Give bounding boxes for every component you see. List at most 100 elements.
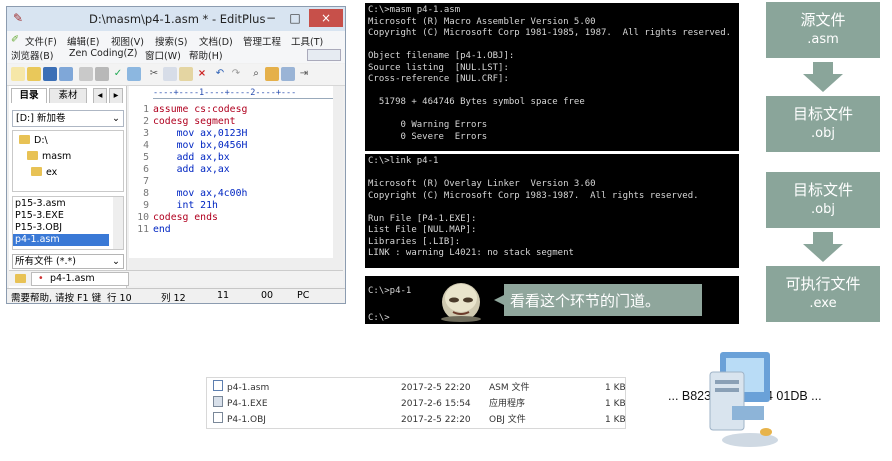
editor-vertical-scrollbar[interactable] [333,86,343,270]
file-item-p4-1-asm[interactable]: p4-1.asm [13,234,109,246]
new-file-icon[interactable] [11,67,25,81]
console-line: Libraries [.LIB]: [368,236,461,247]
document-tab-bar: • p4-1.asm [9,270,343,286]
browser-icon[interactable] [127,67,141,81]
minimize-button[interactable]: − [259,9,283,27]
console-line: Copyright (C) Microsoft Corp 1983-1987. … [368,190,699,201]
indent-icon[interactable]: ⇥ [297,67,311,81]
menu-document[interactable]: 文档(D) [199,34,233,48]
console-line: 0 Severe Errors [368,131,488,142]
document-tab-p4-1[interactable]: • p4-1.asm [31,272,129,286]
editor-horizontal-scrollbar[interactable] [129,258,333,270]
file-list: p15-3.asm P15-3.EXE P15-3.OBJ p4-1.asm [12,196,124,250]
maximize-button[interactable]: □ [283,9,307,27]
file-type-filter[interactable]: 所有文件 (*.*) ⌄ [12,254,124,269]
console-link: C:\>link p4-1 Microsoft (R) Overlay Link… [365,154,739,268]
status-row: 行 10 [107,293,132,304]
open-folder-icon[interactable] [27,67,41,81]
menu-window[interactable]: 窗口(W) [145,48,181,62]
menu-view[interactable]: 视图(V) [111,34,144,48]
tab-scroll-left-icon[interactable]: ◂ [93,88,107,103]
editplus-app-icon: ✎ [13,11,24,25]
toolbar: ✓ ✂ × ↶ ↷ ⌕ ⇥ [7,64,345,86]
flow-box-object-2: 目标文件 .obj [766,172,880,228]
spellcheck-icon[interactable]: ✓ [111,67,125,81]
menu-search[interactable]: 搜索(S) [155,34,187,48]
tab-scroll-right-icon[interactable]: ▸ [109,88,123,103]
console-line: 51798 + 464746 Bytes symbol space free [368,97,585,107]
console-masm: C:\>masm p4-1.asm Microsoft (R) Macro As… [365,3,739,151]
speech-callout: 看看这个环节的门道。 [494,284,704,316]
tree-item-ex[interactable]: ex [31,167,57,178]
menu-zen-coding[interactable]: Zen Coding(Z) [69,48,137,59]
file-item-p15-3-exe[interactable]: P15-3.EXE [13,210,109,222]
code-line: 8 mov ax,4c00h [143,188,248,199]
menu-file[interactable]: 文件(F) [25,34,57,48]
find-icon[interactable]: ⌕ [249,67,263,81]
tree-item-masm[interactable]: masm [27,151,71,162]
explorer-row-exe[interactable]: P4-1.EXE 2017-2-6 15:54 应用程序 1 KB [207,396,627,412]
undo-icon[interactable]: ↶ [213,67,227,81]
menu-tools[interactable]: 工具(T) [291,34,323,48]
console-line: LINK : warning L4021: no stack segment [368,248,574,258]
folder-icon [19,135,30,144]
folder-icon [31,167,42,176]
menu-project[interactable]: 管理工程 [243,34,281,48]
mdi-controls[interactable] [307,49,341,61]
directory-panel: 目录 素材 ◂ ▸ [D:] 新加卷 ⌄ D:\ masm ex p15-3.a… [9,86,127,290]
file-item-p15-3-obj[interactable]: P15-3.OBJ [13,222,109,234]
status-value1: 11 [217,290,230,301]
console-line: Microsoft (R) Overlay Linker Version 3.6… [368,179,596,189]
status-col: 列 12 [161,293,186,304]
close-button[interactable]: × [309,9,343,27]
chevron-down-icon: ⌄ [112,256,120,267]
status-mode: PC [297,290,310,301]
editplus-window: ✎ D:\masm\p4-1.asm * - EditPlus − □ × ✐ … [6,6,346,304]
tab-directory[interactable]: 目录 [11,88,47,103]
menu-bar: ✐ 文件(F) 编辑(E) 视图(V) 搜索(S) 文档(D) 管理工程 工具(… [7,31,345,63]
status-bar: 需要帮助, 请按 F1 键 行 10 列 12 11 00 PC [7,288,345,304]
status-help: 需要帮助, 请按 F1 键 [11,293,102,304]
print-preview-icon[interactable] [79,67,93,81]
paste-icon[interactable] [179,67,193,81]
file-item-p15-3-asm[interactable]: p15-3.asm [13,198,109,210]
cut-icon[interactable]: ✂ [147,67,161,81]
save-icon[interactable] [43,67,57,81]
file-list-scrollbar[interactable] [113,197,123,249]
folder-icon [15,274,26,283]
save-all-icon[interactable] [59,67,73,81]
console-line: List File [NUL.MAP]: [368,225,477,235]
explorer-row-obj[interactable]: P4-1.OBJ 2017-2-5 22:20 OBJ 文件 1 KB [207,412,627,428]
drive-selector[interactable]: [D:] 新加卷 ⌄ [12,110,124,127]
modified-dot-icon: • [38,273,44,284]
code-line: 11 end [137,224,171,235]
delete-icon[interactable]: × [195,67,209,81]
copy-icon[interactable] [163,67,177,81]
console-line: Object filename [p4-1.OBJ]: [368,51,515,61]
code-editor[interactable]: ----+----1----+----2----+--- 1 assume cs:… [129,86,343,270]
drive-label: [D:] 新加卷 [16,113,66,124]
print-icon[interactable] [95,67,109,81]
menu-help[interactable]: 帮助(H) [189,48,223,62]
code-line: 7 [143,176,149,187]
redo-icon[interactable]: ↷ [229,67,243,81]
goto-icon[interactable] [281,67,295,81]
panel-tabs: 目录 素材 ◂ ▸ [9,86,127,104]
code-line: 2 codesg segment [143,116,236,127]
menu-edit[interactable]: 编辑(E) [67,34,99,48]
menu-browser[interactable]: 浏览器(B) [11,48,53,62]
tree-item-d-root[interactable]: D:\ [19,135,48,146]
console-line: C:\>link p4-1 [368,156,439,166]
console-line: Source listing [NUL.LST]: [368,62,509,73]
replace-icon[interactable] [265,67,279,81]
code-line: 5 add ax,bx [143,152,230,163]
explorer-row-asm[interactable]: p4-1.asm 2017-2-5 22:20 ASM 文件 1 KB [207,380,627,396]
pencil-icon: ✐ [11,34,19,45]
flow-box-object-1: 目标文件 .obj [766,96,880,152]
file-explorer-list: p4-1.asm 2017-2-5 22:20 ASM 文件 1 KB P4-1… [206,377,626,429]
flow-box-executable: 可执行文件 .exe [766,266,880,322]
window-title: D:\masm\p4-1.asm * - EditPlus [89,12,266,26]
tab-clips[interactable]: 素材 [49,88,87,103]
